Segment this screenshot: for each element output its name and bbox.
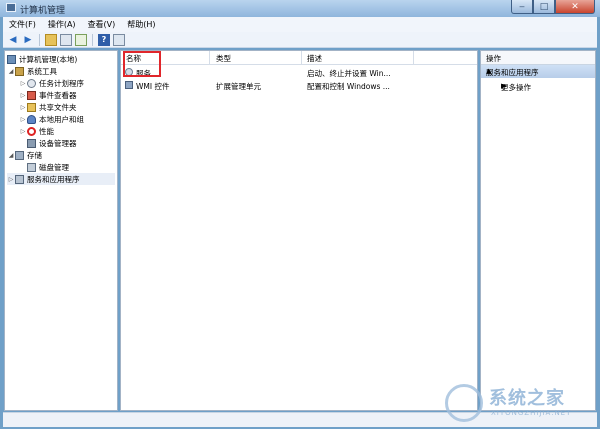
list-item-wmi-control[interactable]: WMI 控件 扩展管理单元 配置和控制 Windows ... xyxy=(121,79,477,91)
computer-management-icon xyxy=(7,54,16,64)
column-divider[interactable] xyxy=(301,51,302,64)
close-button[interactable]: ✕ xyxy=(555,0,595,14)
menu-help[interactable]: 帮助(H) xyxy=(121,19,161,30)
column-header-description[interactable]: 描述 xyxy=(307,53,322,64)
column-divider[interactable] xyxy=(413,51,414,64)
tree-item-label: 性能 xyxy=(39,126,54,136)
tree-item-performance[interactable]: ▷ 性能 xyxy=(19,125,54,137)
window-title: 计算机管理 xyxy=(20,6,66,16)
collapse-up-icon[interactable]: ▲ xyxy=(486,67,591,75)
more-actions-item[interactable]: 更多操作 ▶ xyxy=(481,81,595,93)
performance-icon xyxy=(27,126,36,136)
expand-arrow-icon[interactable]: ▷ xyxy=(19,128,27,135)
tree-item-computer-management[interactable]: 计算机管理(本地) xyxy=(7,53,77,65)
tree-item-label: 磁盘管理 xyxy=(39,162,69,172)
watermark-text: 系统之家 xyxy=(489,388,565,409)
row-type: 扩展管理单元 xyxy=(216,82,261,91)
submenu-arrow-icon: ▶ xyxy=(501,82,507,90)
maximize-icon: □ xyxy=(539,1,549,12)
navigation-tree[interactable]: 计算机管理(本地) ◢ 系统工具 ▷ 任务计划程序 ▷ 事件查看器 ▷ 共享文件… xyxy=(4,50,118,411)
window-controls: ‒ □ ✕ xyxy=(511,0,595,15)
collapse-arrow-icon[interactable]: ◢ xyxy=(7,68,15,75)
tree-item-system-tools[interactable]: ◢ 系统工具 xyxy=(7,65,57,77)
toolbar-separator xyxy=(92,33,93,46)
actions-group-services-apps[interactable]: 服务和应用程序 ▲ xyxy=(481,65,595,78)
list-item-services[interactable]: 服务 启动、终止并设置 Win... xyxy=(121,66,477,78)
event-viewer-icon xyxy=(27,90,36,100)
tree-item-local-users[interactable]: ▷ 本地用户和组 xyxy=(19,113,84,125)
tree-item-shared-folders[interactable]: ▷ 共享文件夹 xyxy=(19,101,77,113)
list-header: 名称 类型 描述 xyxy=(121,51,477,65)
tree-item-label: 系统工具 xyxy=(27,66,57,76)
menu-bar: 文件(F) 操作(A) 查看(V) 帮助(H) xyxy=(3,17,597,32)
actions-pane-title: 操作 xyxy=(481,51,595,65)
expand-arrow-icon[interactable]: ▷ xyxy=(19,80,27,87)
highlight-annotation-box xyxy=(123,51,161,77)
toolbar-separator xyxy=(39,33,40,46)
storage-icon xyxy=(15,150,24,160)
help-icon[interactable]: ? xyxy=(98,33,110,46)
export-list-icon[interactable] xyxy=(75,33,87,46)
expand-arrow-icon[interactable]: ▷ xyxy=(7,176,15,183)
row-name: WMI 控件 xyxy=(136,82,170,91)
minimize-icon: ‒ xyxy=(519,1,525,12)
watermark-subtext: XITONGZHIJIA.NET xyxy=(491,409,572,417)
tree-item-task-scheduler[interactable]: ▷ 任务计划程序 xyxy=(19,77,84,89)
column-divider[interactable] xyxy=(209,51,210,64)
content-list[interactable]: 名称 类型 描述 服务 启动、终止并设置 Win... WMI 控件 扩展管理单… xyxy=(120,50,478,411)
watermark-circle-icon xyxy=(445,384,483,422)
services-apps-icon xyxy=(15,174,24,184)
actions-pane: 操作 服务和应用程序 ▲ 更多操作 ▶ xyxy=(480,50,596,411)
tree-item-label: 存储 xyxy=(27,150,42,160)
menu-action[interactable]: 操作(A) xyxy=(42,19,82,30)
toolbar: ◀ ▶ ? xyxy=(3,32,597,48)
action-pane-icon[interactable] xyxy=(113,33,125,46)
app-window: 计算机管理 ‒ □ ✕ 文件(F) 操作(A) 查看(V) 帮助(H) ◀ ▶ … xyxy=(0,0,600,429)
row-description: 启动、终止并设置 Win... xyxy=(307,69,391,78)
forward-arrow-icon[interactable]: ▶ xyxy=(22,34,34,46)
device-manager-icon xyxy=(27,138,36,148)
menu-file[interactable]: 文件(F) xyxy=(3,19,42,30)
title-bar[interactable]: 计算机管理 ‒ □ ✕ xyxy=(0,0,600,17)
tree-item-disk-management[interactable]: 磁盘管理 xyxy=(27,161,69,173)
actions-title-label: 操作 xyxy=(486,54,501,63)
tree-item-event-viewer[interactable]: ▷ 事件查看器 xyxy=(19,89,77,101)
system-tools-icon xyxy=(15,66,24,76)
expand-arrow-icon[interactable]: ▷ xyxy=(19,104,27,111)
menu-view[interactable]: 查看(V) xyxy=(82,19,122,30)
computer-management-app-icon xyxy=(6,3,16,12)
expand-arrow-icon[interactable]: ▷ xyxy=(19,116,27,123)
collapse-arrow-icon[interactable]: ◢ xyxy=(7,152,15,159)
watermark-logo: 系统之家 XITONGZHIJIA.NET xyxy=(445,382,595,426)
show-hide-tree-icon[interactable] xyxy=(60,33,72,46)
tree-item-label: 服务和应用程序 xyxy=(27,174,80,184)
local-users-icon xyxy=(27,114,36,124)
task-scheduler-icon xyxy=(27,78,36,88)
row-description: 配置和控制 Windows ... xyxy=(307,82,390,91)
tree-item-label: 本地用户和组 xyxy=(39,114,84,124)
column-header-type[interactable]: 类型 xyxy=(216,53,231,64)
tree-item-services-and-apps[interactable]: ▷ 服务和应用程序 xyxy=(7,173,115,185)
back-arrow-icon[interactable]: ◀ xyxy=(7,34,19,46)
tree-item-label: 共享文件夹 xyxy=(39,102,77,112)
tree-item-storage[interactable]: ◢ 存储 xyxy=(7,149,42,161)
shared-folder-icon xyxy=(27,102,36,112)
tree-item-label: 计算机管理(本地) xyxy=(19,54,78,64)
close-icon: ✕ xyxy=(571,1,579,12)
disk-management-icon xyxy=(27,162,36,172)
tree-item-label: 事件查看器 xyxy=(39,90,77,100)
minimize-button[interactable]: ‒ xyxy=(511,0,533,14)
up-folder-icon[interactable] xyxy=(45,33,57,46)
expand-arrow-icon[interactable]: ▷ xyxy=(19,92,27,99)
maximize-button[interactable]: □ xyxy=(533,0,555,14)
tree-item-device-manager[interactable]: 设备管理器 xyxy=(27,137,77,149)
wmi-icon xyxy=(125,81,133,89)
tree-item-label: 任务计划程序 xyxy=(39,78,84,88)
tree-item-label: 设备管理器 xyxy=(39,138,77,148)
